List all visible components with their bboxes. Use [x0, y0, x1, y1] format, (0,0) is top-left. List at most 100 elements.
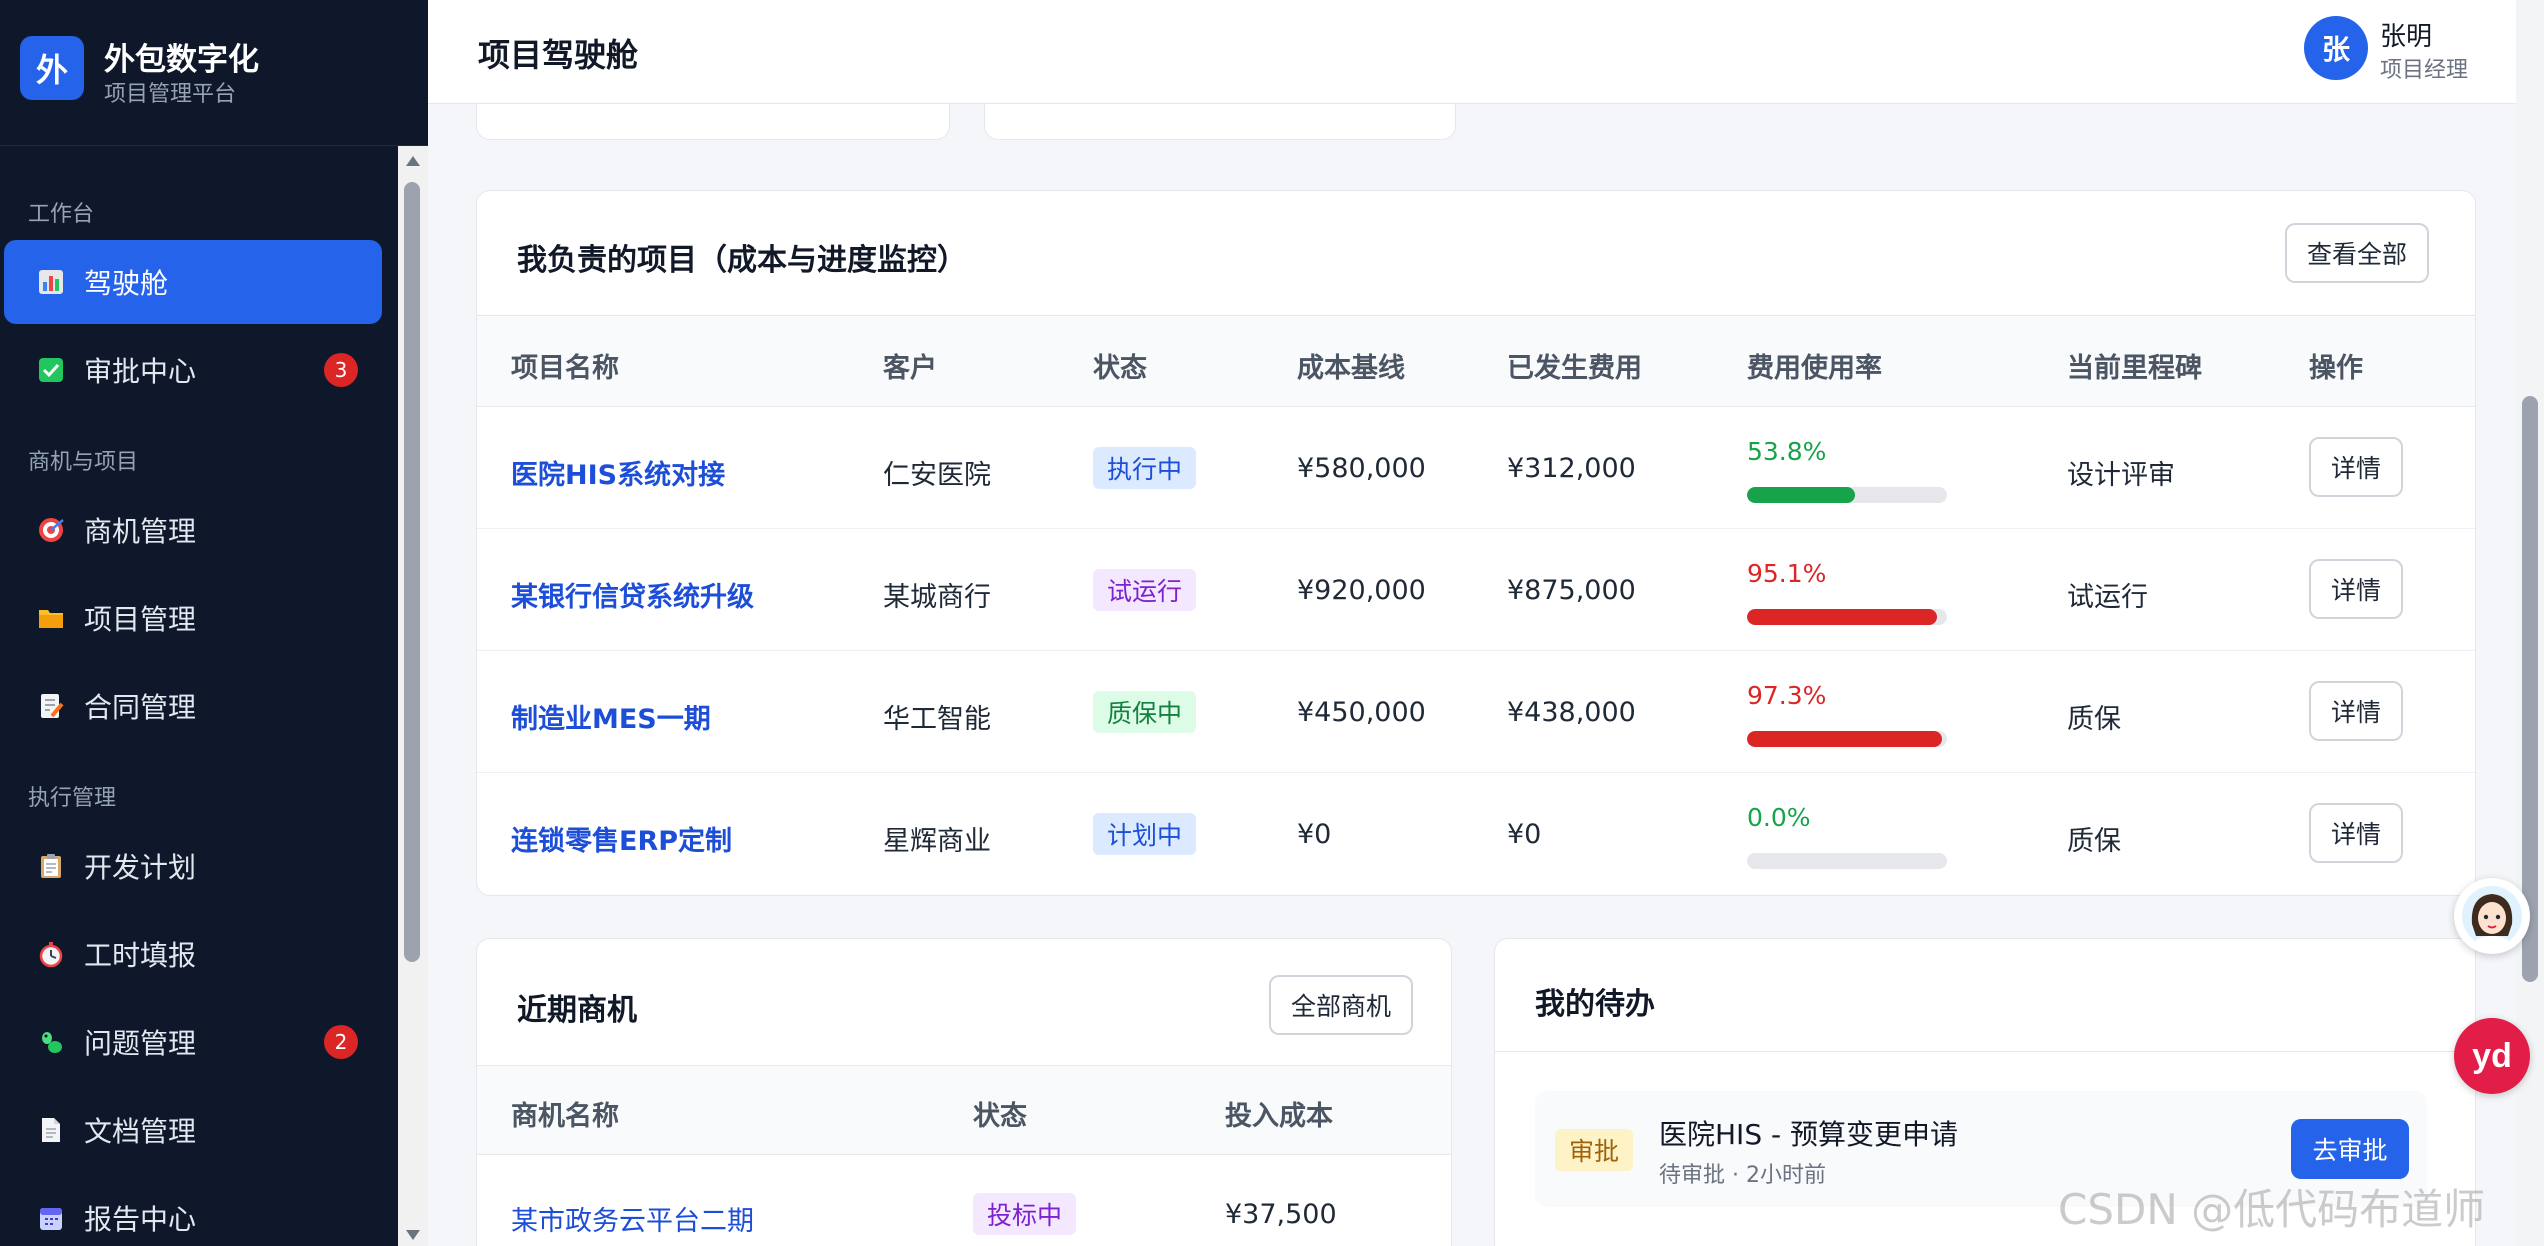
column-header: 状态 [1093, 353, 1147, 384]
project-name-link[interactable]: 医院HIS系统对接 [511, 453, 725, 492]
view-all-projects-button[interactable]: 查看全部 [2285, 223, 2429, 283]
sidebar-item-label: 报告中心 [84, 1203, 197, 1236]
sidebar-item-timesheet[interactable]: 工时填报 [4, 912, 382, 996]
client-cell: 仁安医院 [883, 460, 991, 491]
sidebar-item-project[interactable]: 项目管理 [4, 576, 382, 660]
sidebar-scroll-thumb[interactable] [404, 182, 420, 962]
usage-rate-text: 95.1% [1747, 559, 1827, 588]
sidebar-item-label: 开发计划 [84, 851, 197, 884]
main-scroll-thumb[interactable] [2522, 396, 2538, 982]
watermark: CSDN @低代码布道师 [2058, 1185, 2486, 1234]
spent-cell: ¥438,000 [1507, 697, 1636, 728]
detail-button[interactable]: 详情 [2309, 803, 2403, 863]
divider [1495, 1051, 2475, 1052]
usage-rate-text: 53.8% [1747, 437, 1827, 466]
target-icon [36, 515, 66, 545]
usage-progress-bar [1747, 853, 1947, 869]
usage-progress-fill [1747, 487, 1855, 503]
column-header: 操作 [2309, 353, 2363, 384]
milestone-cell: 质保 [2067, 826, 2121, 857]
nav-group-workbench: 工作台 [28, 202, 95, 227]
stopwatch-icon [36, 939, 66, 969]
user-role-overlay: 项目经理 [2380, 58, 2469, 83]
column-header: 客户 [883, 353, 937, 384]
scroll-down-arrow-icon[interactable] [406, 1230, 420, 1240]
folder-icon [36, 603, 66, 633]
sidebar-item-label: 商机管理 [84, 515, 197, 548]
project-name-link[interactable]: 连锁零售ERP定制 [511, 819, 732, 858]
detail-button[interactable]: 详情 [2309, 559, 2403, 619]
sidebar-item-contract[interactable]: 合同管理 [4, 664, 382, 748]
milestone-cell: 试运行 [2067, 582, 2148, 613]
sidebar-item-label: 文档管理 [84, 1115, 197, 1148]
sidebar-item-label: 项目管理 [84, 603, 197, 636]
user-name-overlay[interactable]: 张明 [2380, 16, 2432, 53]
todo-title: 医院HIS - 预算变更申请 [1659, 1118, 1958, 1151]
baseline-cell: ¥0 [1297, 819, 1332, 850]
brand-title: 外包数字化 [104, 42, 259, 78]
baseline-cell: ¥450,000 [1297, 697, 1426, 728]
table-row: 医院HIS系统对接 仁安医院 执行中 ¥580,000 ¥312,000 53.… [477, 407, 2475, 529]
status-badge: 质保中 [1093, 691, 1197, 733]
opportunity-name-link[interactable]: 某市政务云平台二期 [511, 1199, 754, 1238]
project-name-link[interactable]: 制造业MES一期 [511, 697, 711, 736]
column-header: 投入成本 [1225, 1101, 1333, 1132]
column-header: 成本基线 [1297, 353, 1405, 384]
header-overlay: 项目驾驶舱 张 张明 项目经理 [428, 0, 2516, 104]
sidebar-item-documents[interactable]: 文档管理 [4, 1088, 382, 1172]
sidebar-item-approval[interactable]: 审批中心 3 [4, 328, 382, 412]
chart-icon [36, 267, 66, 297]
opportunities-card: 近期商机 全部商机 商机名称 状态 投入成本 某市政务云平台二期 投标中 ¥37… [476, 938, 1452, 1246]
client-cell: 某城商行 [883, 582, 991, 613]
status-badge: 执行中 [1093, 447, 1197, 489]
yd-assistant-button[interactable]: yd [2454, 1018, 2530, 1094]
sidebar-scrollbar[interactable] [398, 146, 428, 1246]
clipboard-icon [36, 851, 66, 881]
document-pen-icon [36, 691, 66, 721]
todo-type-badge: 审批 [1555, 1129, 1634, 1171]
detail-button[interactable]: 详情 [2309, 681, 2403, 741]
spent-cell: ¥0 [1507, 819, 1542, 850]
sidebar-item-label: 合同管理 [84, 691, 197, 724]
all-opportunities-button[interactable]: 全部商机 [1269, 975, 1413, 1035]
cost-cell: ¥37,500 [1225, 1199, 1337, 1230]
sidebar-item-opportunity[interactable]: 商机管理 [4, 488, 382, 572]
app-root: 外 外包数字化 项目管理平台 工作台 驾驶舱 审批中心 3 商机与项目 商机管理… [0, 0, 2544, 1246]
nav-group-execution: 执行管理 [28, 786, 117, 811]
sidebar-item-label: 驾驶舱 [84, 267, 169, 300]
assistant-avatar-icon[interactable] [2454, 878, 2530, 954]
column-header: 已发生费用 [1507, 353, 1642, 384]
sidebar-item-cockpit[interactable]: 驾驶舱 [4, 240, 382, 324]
detail-button[interactable]: 详情 [2309, 437, 2403, 497]
usage-progress-bar [1747, 731, 1947, 747]
baseline-cell: ¥920,000 [1297, 575, 1426, 606]
sidebar-item-dev-plan[interactable]: 开发计划 [4, 824, 382, 908]
column-header: 项目名称 [511, 353, 619, 384]
brand-logo: 外 [20, 36, 84, 100]
usage-progress-bar [1747, 487, 1947, 503]
todos-card-title: 我的待办 [1535, 987, 1655, 1022]
column-header: 商机名称 [511, 1101, 619, 1132]
nav-group-business: 商机与项目 [28, 450, 139, 475]
scroll-up-arrow-icon[interactable] [406, 156, 420, 166]
project-name-link[interactable]: 某银行信贷系统升级 [511, 575, 754, 614]
projects-table-header: 项目名称 客户 状态 成本基线 已发生费用 费用使用率 当前里程碑 操作 [477, 315, 2475, 407]
sidebar-item-label: 工时填报 [84, 939, 197, 972]
table-row: 制造业MES一期 华工智能 质保中 ¥450,000 ¥438,000 97.3… [477, 651, 2475, 773]
avatar-overlay[interactable]: 张 [2304, 16, 2368, 80]
projects-card: 我负责的项目（成本与进度监控） 查看全部 项目名称 客户 状态 成本基线 已发生… [476, 190, 2476, 896]
todo-meta: 待审批 · 2小时前 [1659, 1163, 1826, 1188]
column-header: 当前里程碑 [2067, 353, 2202, 384]
projects-card-title: 我负责的项目（成本与进度监控） [517, 243, 967, 278]
sidebar-item-issues[interactable]: 问题管理 2 [4, 1000, 382, 1084]
usage-progress-fill [1747, 609, 1938, 625]
table-row: 某市政务云平台二期 投标中 ¥37,500 [477, 1155, 1451, 1246]
sidebar-item-label: 问题管理 [84, 1027, 197, 1060]
milestone-cell: 质保 [2067, 704, 2121, 735]
status-badge: 投标中 [973, 1193, 1077, 1235]
sidebar-item-label: 审批中心 [84, 355, 197, 388]
sidebar-item-reports[interactable]: 报告中心 [4, 1176, 382, 1246]
go-approve-button[interactable]: 去审批 [2291, 1119, 2409, 1179]
check-icon [36, 355, 66, 385]
usage-rate-text: 0.0% [1747, 803, 1811, 832]
